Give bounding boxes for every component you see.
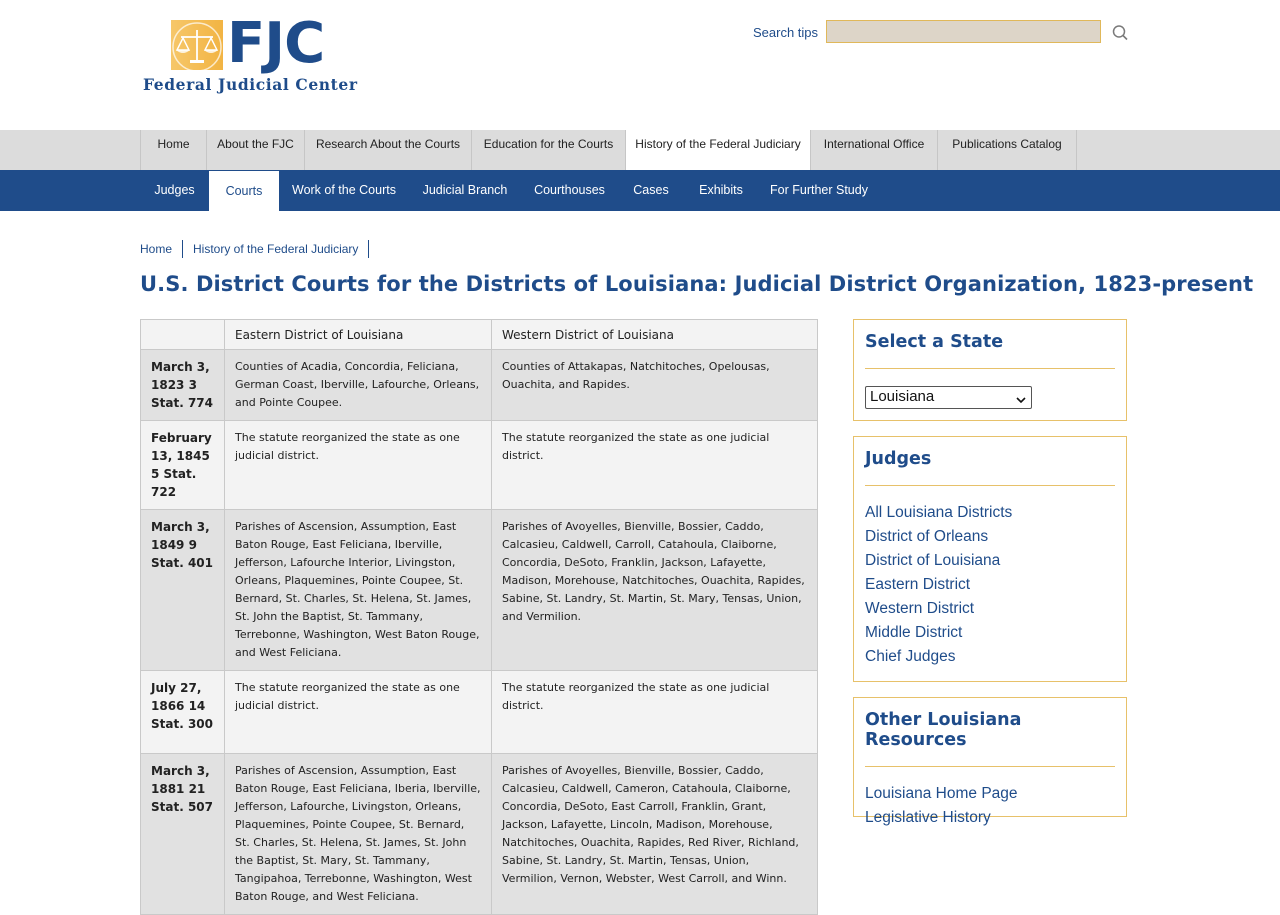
row-western: The statute reorganized the state as one… xyxy=(491,670,818,754)
row-date: July 27, 1866 14 Stat. 300 xyxy=(140,670,225,754)
nav-publications[interactable]: Publications Catalog xyxy=(937,130,1077,170)
subnav-judges[interactable]: Judges xyxy=(140,170,209,211)
row-date: March 3, 1823 3 Stat. 774 xyxy=(140,349,225,421)
judges-title: Judges xyxy=(865,449,932,469)
subnav-exhibits[interactable]: Exhibits xyxy=(684,170,758,211)
row-date: March 3, 1881 21 Stat. 507 xyxy=(140,753,225,915)
row-date: March 3, 1849 9 Stat. 401 xyxy=(140,509,225,671)
nav-history[interactable]: History of the Federal Judiciary xyxy=(625,130,810,170)
link-all-louisiana-districts[interactable]: All Louisiana Districts xyxy=(865,501,1115,525)
site-header: FJC Federal Judicial Center Search tips xyxy=(0,0,1280,130)
nav-international[interactable]: International Office xyxy=(810,130,937,170)
search-tips-link[interactable]: Search tips xyxy=(753,25,818,40)
secondary-nav: Judges Courts Work of the Courts Judicia… xyxy=(0,170,1280,211)
link-western-district[interactable]: Western District xyxy=(865,597,1115,621)
link-middle-district[interactable]: Middle District xyxy=(865,621,1115,645)
table-row: February 13, 1845 5 Stat. 722 The statut… xyxy=(140,420,818,510)
row-western: Counties of Attakapas, Natchitoches, Ope… xyxy=(491,349,818,421)
table-row: March 3, 1881 21 Stat. 507 Parishes of A… xyxy=(140,753,818,915)
subnav-courts[interactable]: Courts xyxy=(209,171,279,211)
table-header-row: Eastern District of Louisiana Western Di… xyxy=(140,319,818,350)
table-row: March 3, 1849 9 Stat. 401 Parishes of As… xyxy=(140,509,818,671)
table-header-western: Western District of Louisiana xyxy=(491,319,818,350)
subnav-judicial-branch[interactable]: Judicial Branch xyxy=(409,170,521,211)
state-select[interactable]: Louisiana xyxy=(865,386,1032,409)
table-header-eastern: Eastern District of Louisiana xyxy=(224,319,492,350)
breadcrumb: Home History of the Federal Judiciary xyxy=(140,240,370,260)
subnav-further-study[interactable]: For Further Study xyxy=(758,170,880,211)
nav-about[interactable]: About the FJC xyxy=(206,130,304,170)
divider xyxy=(865,368,1115,369)
link-chief-judges[interactable]: Chief Judges xyxy=(865,645,1115,669)
logo-subtitle: Federal Judicial Center xyxy=(143,75,358,94)
subnav-work[interactable]: Work of the Courts xyxy=(279,170,409,211)
fjc-logo[interactable]: FJC Federal Judicial Center xyxy=(143,12,357,95)
resources-links: Louisiana Home Page Legislative History xyxy=(854,767,1126,830)
row-eastern: The statute reorganized the state as one… xyxy=(224,670,492,754)
table-header-date xyxy=(140,319,225,350)
nav-education[interactable]: Education for the Courts xyxy=(471,130,625,170)
scales-of-justice-icon xyxy=(171,20,223,70)
select-state-box: Select a State Louisiana xyxy=(853,319,1127,421)
row-eastern: Parishes of Ascension, Assumption, East … xyxy=(224,753,492,915)
state-select-value: Louisiana xyxy=(870,388,935,405)
link-louisiana-home-page[interactable]: Louisiana Home Page xyxy=(865,782,1115,806)
table-row: July 27, 1866 14 Stat. 300 The statute r… xyxy=(140,670,818,754)
search-icon[interactable] xyxy=(1111,24,1129,42)
row-eastern: The statute reorganized the state as one… xyxy=(224,420,492,510)
select-state-title: Select a State xyxy=(865,332,1004,352)
table-row: March 3, 1823 3 Stat. 774 Counties of Ac… xyxy=(140,349,818,421)
row-eastern: Counties of Acadia, Concordia, Feliciana… xyxy=(224,349,492,421)
other-resources-box: Other Louisiana Resources Louisiana Home… xyxy=(853,697,1127,826)
search-input[interactable] xyxy=(826,20,1101,43)
other-resources-title: Other Louisiana Resources xyxy=(865,710,1022,750)
link-legislative-history[interactable]: Legislative History xyxy=(865,806,1115,830)
breadcrumb-history[interactable]: History of the Federal Judiciary xyxy=(183,240,370,258)
link-eastern-district[interactable]: Eastern District xyxy=(865,573,1115,597)
district-organization-table: Eastern District of Louisiana Western Di… xyxy=(140,319,818,915)
judges-links: All Louisiana Districts District of Orle… xyxy=(854,486,1126,669)
nav-home[interactable]: Home xyxy=(140,130,206,170)
row-western: Parishes of Avoyelles, Bienville, Bossie… xyxy=(491,509,818,671)
primary-nav: Home About the FJC Research About the Co… xyxy=(0,130,1280,170)
row-date: February 13, 1845 5 Stat. 722 xyxy=(140,420,225,510)
subnav-cases[interactable]: Cases xyxy=(618,170,684,211)
breadcrumb-home[interactable]: Home xyxy=(140,240,184,258)
subnav-courthouses[interactable]: Courthouses xyxy=(521,170,618,211)
nav-research[interactable]: Research About the Courts xyxy=(304,130,471,170)
chevron-down-icon xyxy=(1016,392,1026,409)
judges-box: Judges All Louisiana Districts District … xyxy=(853,436,1127,682)
link-district-of-louisiana[interactable]: District of Louisiana xyxy=(865,549,1115,573)
row-eastern: Parishes of Ascension, Assumption, East … xyxy=(224,509,492,671)
link-district-of-orleans[interactable]: District of Orleans xyxy=(865,525,1115,549)
row-western: Parishes of Avoyelles, Bienville, Bossie… xyxy=(491,753,818,915)
row-western: The statute reorganized the state as one… xyxy=(491,420,818,510)
logo-letters: FJC xyxy=(227,11,325,76)
page-title: U.S. District Courts for the Districts o… xyxy=(140,272,1254,296)
